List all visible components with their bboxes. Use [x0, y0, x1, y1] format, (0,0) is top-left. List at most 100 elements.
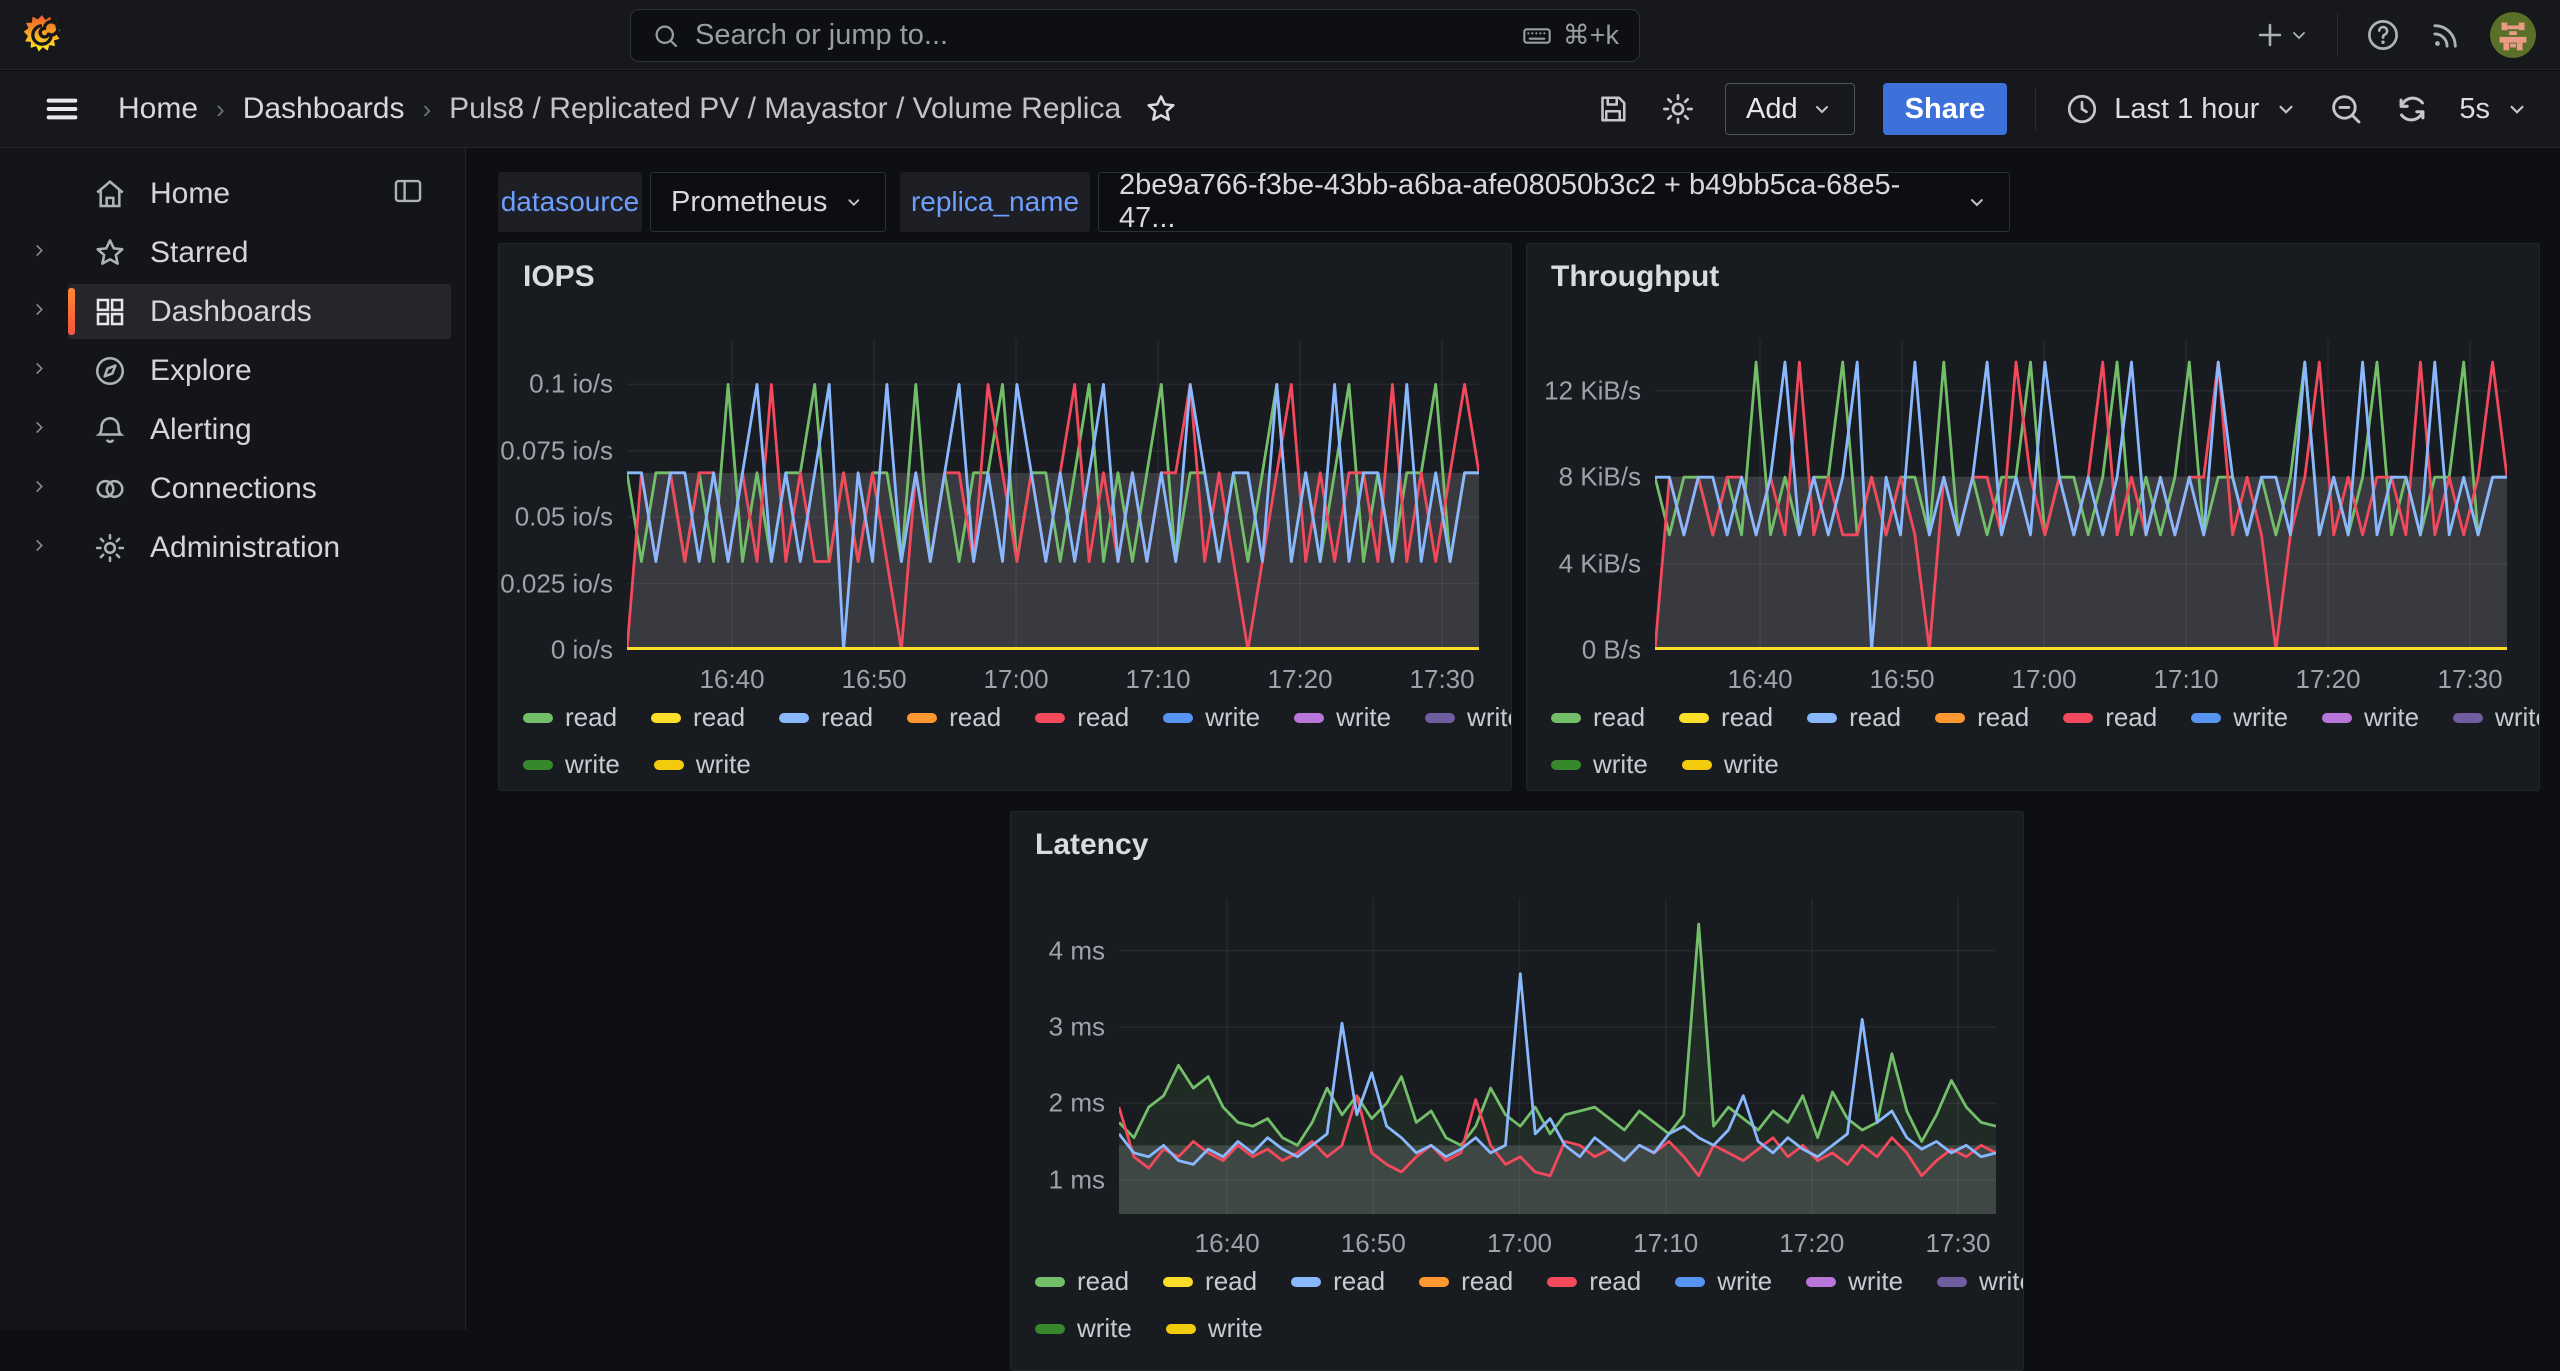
throughput-chart[interactable]	[1655, 340, 2507, 650]
save-dashboard-button[interactable]	[1595, 91, 1631, 127]
sidebar-item-alerting[interactable]: Alerting	[0, 400, 465, 459]
panel-iops: IOPS0.1 io/s0.075 io/s0.05 io/s0.025 io/…	[498, 243, 1512, 791]
search-input[interactable]: Search or jump to... ⌘+k	[630, 9, 1640, 62]
legend-label: read	[1205, 1266, 1257, 1297]
legend-item-write[interactable]: write	[1425, 702, 1512, 733]
mega-menu-toggle[interactable]	[42, 89, 82, 129]
breadcrumb-dashboards[interactable]: Dashboards	[243, 92, 405, 126]
datasource-select[interactable]: Prometheus	[650, 172, 886, 232]
legend-item-read[interactable]: read	[1551, 702, 1645, 733]
legend-item-read[interactable]: read	[907, 702, 1001, 733]
legend-label: read	[949, 702, 1001, 733]
panel-title[interactable]: Latency	[1035, 828, 1148, 862]
legend-item-read[interactable]: read	[2063, 702, 2157, 733]
home-icon	[92, 176, 128, 212]
legend-swatch	[1166, 1324, 1196, 1334]
legend-item-write[interactable]: write	[2191, 702, 2288, 733]
legend-label: write	[2233, 702, 2288, 733]
sidebar-item-explore[interactable]: Explore	[0, 341, 465, 400]
add-button[interactable]: Add	[1725, 83, 1855, 135]
legend-item-read[interactable]: read	[1035, 702, 1129, 733]
legend-item-write[interactable]: write	[523, 749, 620, 780]
y-axis-tick: 0 io/s	[551, 635, 613, 666]
legend-item-read[interactable]: read	[1935, 702, 2029, 733]
chevron-down-icon	[2273, 96, 2299, 122]
panel-title[interactable]: IOPS	[523, 260, 595, 294]
news-button[interactable]	[2428, 17, 2464, 53]
legend-item-read[interactable]: read	[1035, 1266, 1129, 1297]
legend-item-write[interactable]: write	[1937, 1266, 2024, 1297]
sidebar-item-label: Alerting	[150, 413, 252, 447]
legend-item-read[interactable]: read	[1547, 1266, 1641, 1297]
legend-label: read	[565, 702, 617, 733]
help-button[interactable]	[2364, 16, 2402, 54]
panel-left-icon	[391, 174, 425, 208]
x-axis-tick: 17:20	[1779, 1228, 1844, 1259]
legend-item-write[interactable]: write	[1166, 1313, 1263, 1344]
legend-item-write[interactable]: write	[1682, 749, 1779, 780]
legend-swatch	[1682, 760, 1712, 770]
legend-item-read[interactable]: read	[1291, 1266, 1385, 1297]
variable-label-replica-name: replica_name	[900, 172, 1090, 232]
chevron-down-icon	[843, 190, 865, 214]
legend-item-write[interactable]: write	[2453, 702, 2540, 733]
legend-item-read[interactable]: read	[779, 702, 873, 733]
legend-label: read	[821, 702, 873, 733]
legend-item-read[interactable]: read	[1679, 702, 1773, 733]
legend-label: read	[2105, 702, 2157, 733]
search-icon	[651, 21, 681, 51]
x-axis-tick: 17:10	[2154, 664, 2219, 695]
legend-swatch	[1675, 1277, 1705, 1287]
legend-item-write[interactable]: write	[2322, 702, 2419, 733]
legend-item-write[interactable]: write	[1806, 1266, 1903, 1297]
grafana-logo-icon[interactable]	[22, 12, 62, 58]
new-button[interactable]	[2253, 18, 2311, 52]
chevron-right-icon	[28, 298, 50, 320]
replica-name-select[interactable]: 2be9a766-f3be-43bb-a6ba-afe08050b3c2 + b…	[1098, 172, 2010, 232]
legend-item-write[interactable]: write	[1163, 702, 1260, 733]
zoom-out-button[interactable]	[2327, 90, 2365, 128]
legend-item-write[interactable]: write	[1035, 1313, 1132, 1344]
dock-menu-button[interactable]	[391, 174, 425, 213]
legend-swatch	[1551, 713, 1581, 723]
sidebar-item-starred[interactable]: Starred	[0, 223, 465, 282]
share-button[interactable]: Share	[1883, 83, 2008, 135]
legend-item-read[interactable]: read	[1163, 1266, 1257, 1297]
panel-title[interactable]: Throughput	[1551, 260, 1719, 294]
legend-label: write	[1077, 1313, 1132, 1344]
legend-item-read[interactable]: read	[1807, 702, 1901, 733]
favorite-button[interactable]	[1143, 91, 1179, 127]
user-avatar[interactable]	[2490, 12, 2536, 58]
latency-chart[interactable]	[1119, 898, 1996, 1214]
hamburger-icon	[42, 89, 82, 129]
dashboard-settings-button[interactable]	[1659, 90, 1697, 128]
legend-item-read[interactable]: read	[523, 702, 617, 733]
iops-chart[interactable]	[627, 340, 1479, 650]
bell-icon	[92, 412, 128, 448]
legend-item-write[interactable]: write	[654, 749, 751, 780]
legend-item-write[interactable]: write	[1551, 749, 1648, 780]
time-range-picker[interactable]: Last 1 hour	[2064, 91, 2299, 127]
refresh-button[interactable]	[2393, 90, 2431, 128]
legend-swatch	[651, 713, 681, 723]
legend-item-read[interactable]: read	[651, 702, 745, 733]
breadcrumb-home[interactable]: Home	[118, 92, 198, 126]
legend-item-write[interactable]: write	[1294, 702, 1391, 733]
y-axis-tick: 0 B/s	[1582, 635, 1641, 666]
refresh-interval-picker[interactable]: 5s	[2459, 93, 2530, 126]
gear-icon	[1659, 90, 1697, 128]
legend-swatch	[2453, 713, 2483, 723]
legend-swatch	[1163, 713, 1193, 723]
dashboard-toolbar: Home › Dashboards › Puls8 / Replicated P…	[0, 71, 2560, 148]
sidebar-item-dashboards[interactable]: Dashboards	[0, 282, 465, 341]
legend-item-write[interactable]: write	[1675, 1266, 1772, 1297]
sidebar-item-home[interactable]: Home	[0, 164, 465, 223]
sidebar-item-connections[interactable]: Connections	[0, 459, 465, 518]
x-axis-tick: 16:40	[1195, 1228, 1260, 1259]
panel-latency: Latency4 ms3 ms2 ms1 ms16:4016:5017:0017…	[1010, 811, 2024, 1371]
nav-sidebar: HomeStarredDashboardsExplore Alerting Conn…	[0, 148, 466, 1330]
legend-swatch	[1935, 713, 1965, 723]
legend: read read read read read write write write write…	[523, 702, 1512, 780]
sidebar-item-administration[interactable]: Administration	[0, 518, 465, 577]
legend-item-read[interactable]: read	[1419, 1266, 1513, 1297]
